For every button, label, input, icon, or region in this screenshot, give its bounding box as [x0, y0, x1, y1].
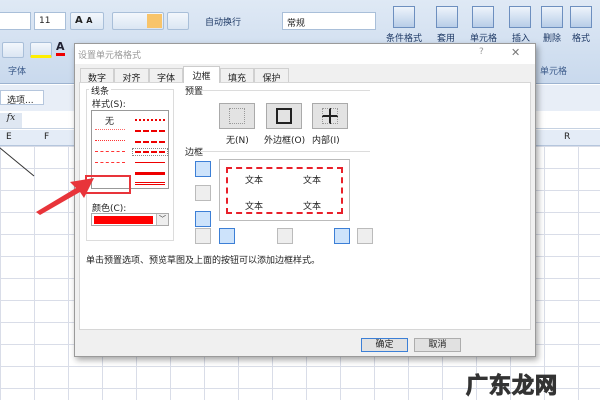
conditional-format-icon[interactable]	[393, 6, 415, 28]
tab-alignment[interactable]: 对齐	[114, 68, 149, 84]
group-cells-label: 单元格	[540, 67, 568, 77]
border-right-button[interactable]	[334, 228, 350, 244]
preset-outline-button[interactable]	[266, 103, 302, 129]
preset-none-button[interactable]	[219, 103, 255, 129]
color-swatch	[94, 216, 153, 224]
preview-outline-border	[226, 167, 343, 214]
close-button[interactable]: ✕	[511, 46, 520, 59]
delete-label[interactable]: 删除	[543, 31, 561, 44]
line-style-none[interactable]: 无	[105, 114, 114, 127]
line-style-thick[interactable]	[135, 172, 165, 175]
tab-protection[interactable]: 保护	[254, 68, 289, 84]
hint-text: 单击预置选项、预览草图及上面的按钮可以添加边框样式。	[86, 256, 321, 266]
preview-text: 文本	[245, 176, 264, 186]
tab-fill[interactable]: 填充	[220, 68, 254, 84]
align-buttons[interactable]	[112, 12, 164, 30]
delete-icon[interactable]	[541, 6, 563, 28]
line-style-double[interactable]	[135, 182, 165, 185]
format-icon[interactable]	[570, 6, 592, 28]
wrap-text-button[interactable]: 自动换行	[205, 15, 241, 28]
line-style-dotted[interactable]	[95, 140, 125, 141]
border-diagonal-down-button[interactable]	[357, 228, 373, 244]
preview-text: 文本	[303, 176, 322, 186]
line-style-solid[interactable]	[135, 162, 165, 163]
group-font-label: 字体	[8, 67, 27, 77]
watermark: 广东龙网	[465, 374, 559, 400]
help-button[interactable]: ?	[479, 47, 484, 57]
fill-color-button[interactable]	[30, 42, 52, 58]
line-style-medium-dashed-selected[interactable]	[132, 148, 168, 156]
chevron-down-icon[interactable]: ﹀	[156, 214, 168, 225]
table-format-icon[interactable]	[436, 6, 458, 28]
style-label: 样式(S):	[92, 100, 126, 110]
fx-button[interactable]: fx	[0, 113, 22, 128]
tab-number[interactable]: 数字	[80, 68, 114, 84]
border-middle-vertical-button[interactable]	[277, 228, 293, 244]
number-format-combo[interactable]: 常规	[282, 12, 376, 30]
border-top-button[interactable]	[195, 161, 211, 177]
preview-text: 文本	[245, 202, 264, 212]
tab-font[interactable]: 字体	[149, 68, 183, 84]
preset-inside-label: 内部(I)	[312, 136, 340, 146]
preset-inside-button[interactable]	[312, 103, 348, 129]
format-cells-dialog: 设置单元格格式 ? ✕ 数字 对齐 字体 边框 填充 保护 线条 样式(S): …	[74, 43, 536, 357]
border-left-button[interactable]	[219, 228, 235, 244]
align-bottom-active	[147, 14, 162, 28]
presets-divider	[200, 90, 370, 91]
grow-shrink-font-buttons[interactable]: A A	[70, 12, 104, 30]
cell-style-icon[interactable]	[472, 6, 494, 28]
line-group-title: 线条	[89, 84, 112, 97]
border-divider	[200, 151, 370, 152]
line-style-dashdot[interactable]	[95, 151, 125, 152]
line-style-dashdotdot[interactable]	[95, 162, 125, 163]
preset-outline-label: 外边框(O)	[264, 136, 306, 146]
border-diagonal-up-button[interactable]	[195, 228, 211, 244]
insert-icon[interactable]	[509, 6, 531, 28]
options-button[interactable]: 选项...	[0, 90, 44, 106]
border-tab-panel: 线条 样式(S): 无 颜色(C): ﹀ 预置 无(N) 外边框(O) 内部(I…	[79, 82, 531, 330]
column-header-r[interactable]: R	[564, 132, 570, 142]
line-style-slant[interactable]	[135, 130, 165, 132]
red-arrow-annotation	[36, 178, 94, 215]
preview-text: 文本	[303, 202, 322, 212]
format-label[interactable]: 格式	[572, 31, 590, 44]
dialog-title: 设置单元格格式	[78, 51, 142, 61]
cancel-button[interactable]: 取消	[414, 338, 461, 352]
column-header-f[interactable]: F	[44, 132, 49, 142]
font-color-button[interactable]: A	[56, 40, 65, 56]
line-style-hair[interactable]	[95, 129, 125, 130]
column-header-e[interactable]: E	[6, 132, 12, 142]
dialog-titlebar: 设置单元格格式 ? ✕	[75, 44, 535, 64]
font-name-combo[interactable]	[0, 12, 31, 30]
border-preview[interactable]: 文本 文本 文本 文本	[219, 159, 350, 221]
tab-border[interactable]: 边框	[183, 66, 220, 83]
border-bottom-button[interactable]	[195, 211, 211, 227]
line-style-medium-dashdot[interactable]	[135, 141, 165, 143]
ok-button[interactable]: 确定	[361, 338, 408, 352]
orientation-button[interactable]	[167, 12, 189, 30]
borders-button[interactable]	[2, 42, 24, 58]
preset-none-label: 无(N)	[226, 136, 249, 146]
border-middle-horizontal-button[interactable]	[195, 185, 211, 201]
line-style-medium-dashdotdot[interactable]	[135, 119, 165, 121]
font-size-combo[interactable]: 11	[34, 12, 66, 30]
